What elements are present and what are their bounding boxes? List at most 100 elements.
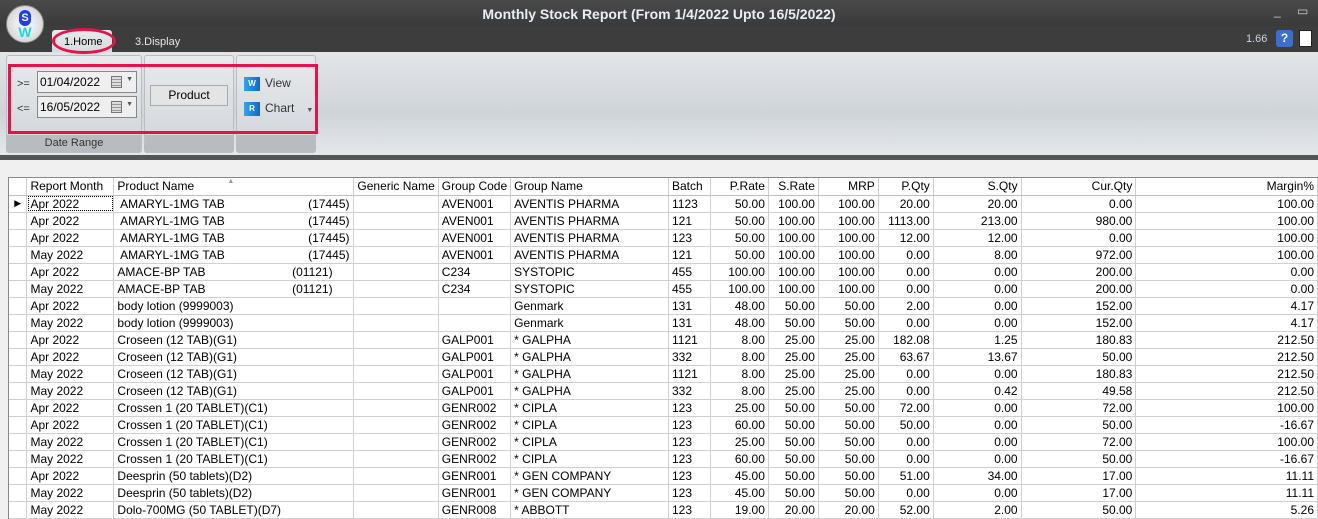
cell-generic-name[interactable] [353,314,439,332]
table-row[interactable]: May 2022 Croseen (12 TAB)(G1) GALP001 * GAL… [9,382,1318,400]
cell-p-rate[interactable]: 25.00 [710,433,769,451]
cell-mrp[interactable]: 100.00 [818,195,879,213]
cell-product-name[interactable]: Crossen 1 (20 TABLET)(C1) [113,416,355,434]
help-icon[interactable]: ? [1276,30,1293,47]
row-header[interactable] [9,399,28,417]
cell-s-qty[interactable]: 0.00 [933,297,1022,315]
cell-report-month[interactable]: Apr 2022 [26,263,115,281]
cell-report-month[interactable]: Apr 2022 [26,331,115,349]
cell-batch[interactable]: 455 [668,280,711,298]
cell-report-month[interactable]: May 2022 [26,382,115,400]
table-row[interactable]: May 2022 Deesprin (50 tablets)(D2) GENR001… [9,484,1318,502]
cell-group-name[interactable]: * GALPHA [510,382,669,400]
app-logo[interactable]: S W [6,5,44,43]
table-row[interactable]: Apr 2022 body lotion (9999003) Genmark 131 4… [9,297,1318,315]
cell-product-name[interactable]: Croseen (12 TAB)(G1) [113,365,355,383]
cell-margin[interactable]: 100.00 [1135,246,1318,264]
cell-report-month[interactable]: May 2022 [26,246,115,264]
cell-s-qty[interactable]: 0.00 [933,263,1022,281]
cell-margin[interactable]: 11.11 [1135,467,1318,485]
cell-batch[interactable]: 123 [668,399,711,417]
cell-mrp[interactable]: 100.00 [818,212,879,230]
table-row[interactable]: May 2022 Crossen 1 (20 TABLET)(C1) GENR002… [9,450,1318,468]
cell-mrp[interactable]: 50.00 [818,450,879,468]
cell-cur-qty[interactable]: 200.00 [1021,280,1137,298]
cell-batch[interactable]: 123 [668,484,711,502]
cell-product-name[interactable]: Croseen (12 TAB)(G1) [113,331,355,349]
cell-report-month[interactable]: May 2022 [26,314,115,332]
cell-batch[interactable]: 123 [668,467,711,485]
cell-cur-qty[interactable]: 180.83 [1021,365,1137,383]
cell-s-rate[interactable]: 50.00 [768,314,819,332]
current-row-indicator-icon[interactable]: ▶ [9,195,28,213]
cell-product-name[interactable]: body lotion (9999003) [113,314,355,332]
cell-group-name[interactable]: AVENTIS PHARMA [510,195,669,213]
table-row[interactable]: May 2022 Croseen (12 TAB)(G1) GALP001 * GAL… [9,365,1318,383]
cell-product-name[interactable]: AMARYL-1MG TAB (17445) [113,195,355,213]
cell-generic-name[interactable] [353,416,439,434]
row-header[interactable] [9,348,28,366]
table-row[interactable]: May 2022 body lotion (9999003) Genmark 131 4… [9,314,1318,332]
cell-margin[interactable]: 100.00 [1135,399,1318,417]
cell-s-qty[interactable]: 213.00 [933,212,1022,230]
cell-group-name[interactable]: * GALPHA [510,348,669,366]
cell-cur-qty[interactable]: 152.00 [1021,314,1137,332]
cell-cur-qty[interactable]: 50.00 [1021,348,1137,366]
row-header[interactable] [9,501,28,519]
cell-group-name[interactable]: AVENTIS PHARMA [510,212,669,230]
cell-s-rate[interactable]: 25.00 [768,382,819,400]
maximize-button[interactable]: ▭ [1297,4,1308,18]
cell-cur-qty[interactable]: 72.00 [1021,433,1137,451]
tab-display[interactable]: 3.Display [123,30,192,52]
cell-product-name[interactable]: Crossen 1 (20 TABLET)(C1) [113,433,355,451]
cell-p-qty[interactable]: 72.00 [878,399,934,417]
cell-report-month[interactable]: May 2022 [26,433,115,451]
cell-p-rate[interactable]: 50.00 [710,212,769,230]
cell-batch[interactable]: 1121 [668,331,711,349]
cell-s-rate[interactable]: 100.00 [768,229,819,247]
cell-s-rate[interactable]: 50.00 [768,297,819,315]
cell-margin[interactable]: 4.17 [1135,314,1318,332]
cell-p-qty[interactable]: 1113.00 [878,212,934,230]
cell-report-month[interactable]: Apr 2022 [26,399,115,417]
cell-margin[interactable]: 11.11 [1135,484,1318,502]
row-header[interactable] [9,382,28,400]
column-header-s-qty[interactable]: S.Qty [933,178,1022,196]
cell-report-month[interactable]: May 2022 [26,450,115,468]
cell-product-name[interactable]: Deesprin (50 tablets)(D2) [113,484,355,502]
cell-s-qty[interactable]: 1.25 [933,331,1022,349]
cell-s-qty[interactable]: 13.67 [933,348,1022,366]
cell-batch[interactable]: 1123 [668,195,711,213]
cell-product-name[interactable]: Deesprin (50 tablets)(D2) [113,467,355,485]
cell-cur-qty[interactable]: 72.00 [1021,399,1137,417]
cell-s-qty[interactable]: 0.00 [933,399,1022,417]
cell-group-name[interactable]: * CIPLA [510,433,669,451]
cell-margin[interactable]: 0.00 [1135,280,1318,298]
cell-p-rate[interactable]: 48.00 [710,297,769,315]
cell-margin[interactable]: 100.00 [1135,433,1318,451]
cell-report-month[interactable]: Apr 2022 [26,467,115,485]
cell-p-qty[interactable]: 0.00 [878,382,934,400]
column-header-batch[interactable]: Batch [668,178,711,196]
cell-generic-name[interactable] [353,246,439,264]
cell-p-qty[interactable]: 0.00 [878,280,934,298]
cell-p-rate[interactable]: 8.00 [710,331,769,349]
cell-p-rate[interactable]: 8.00 [710,348,769,366]
cell-generic-name[interactable] [353,484,439,502]
cell-margin[interactable]: 0.00 [1135,263,1318,281]
table-row[interactable]: Apr 2022 Deesprin (50 tablets)(D2) GENR001… [9,467,1318,485]
cell-s-rate[interactable]: 50.00 [768,467,819,485]
row-header[interactable] [9,433,28,451]
cell-generic-name[interactable] [353,348,439,366]
cell-report-month[interactable]: May 2022 [26,365,115,383]
cell-group-code[interactable]: GALP001 [438,331,512,349]
cell-s-rate[interactable]: 20.00 [768,501,819,519]
cell-product-name[interactable]: AMACE-BP TAB (01121) [113,280,355,298]
row-header[interactable] [9,416,28,434]
cell-mrp[interactable]: 50.00 [818,467,879,485]
cell-s-rate[interactable]: 25.00 [768,348,819,366]
cell-generic-name[interactable] [353,433,439,451]
column-header-p-qty[interactable]: P.Qty [878,178,934,196]
table-row[interactable]: Apr 2022 Crossen 1 (20 TABLET)(C1) GENR002… [9,399,1318,417]
cell-group-code[interactable]: GENR008 [438,501,512,519]
